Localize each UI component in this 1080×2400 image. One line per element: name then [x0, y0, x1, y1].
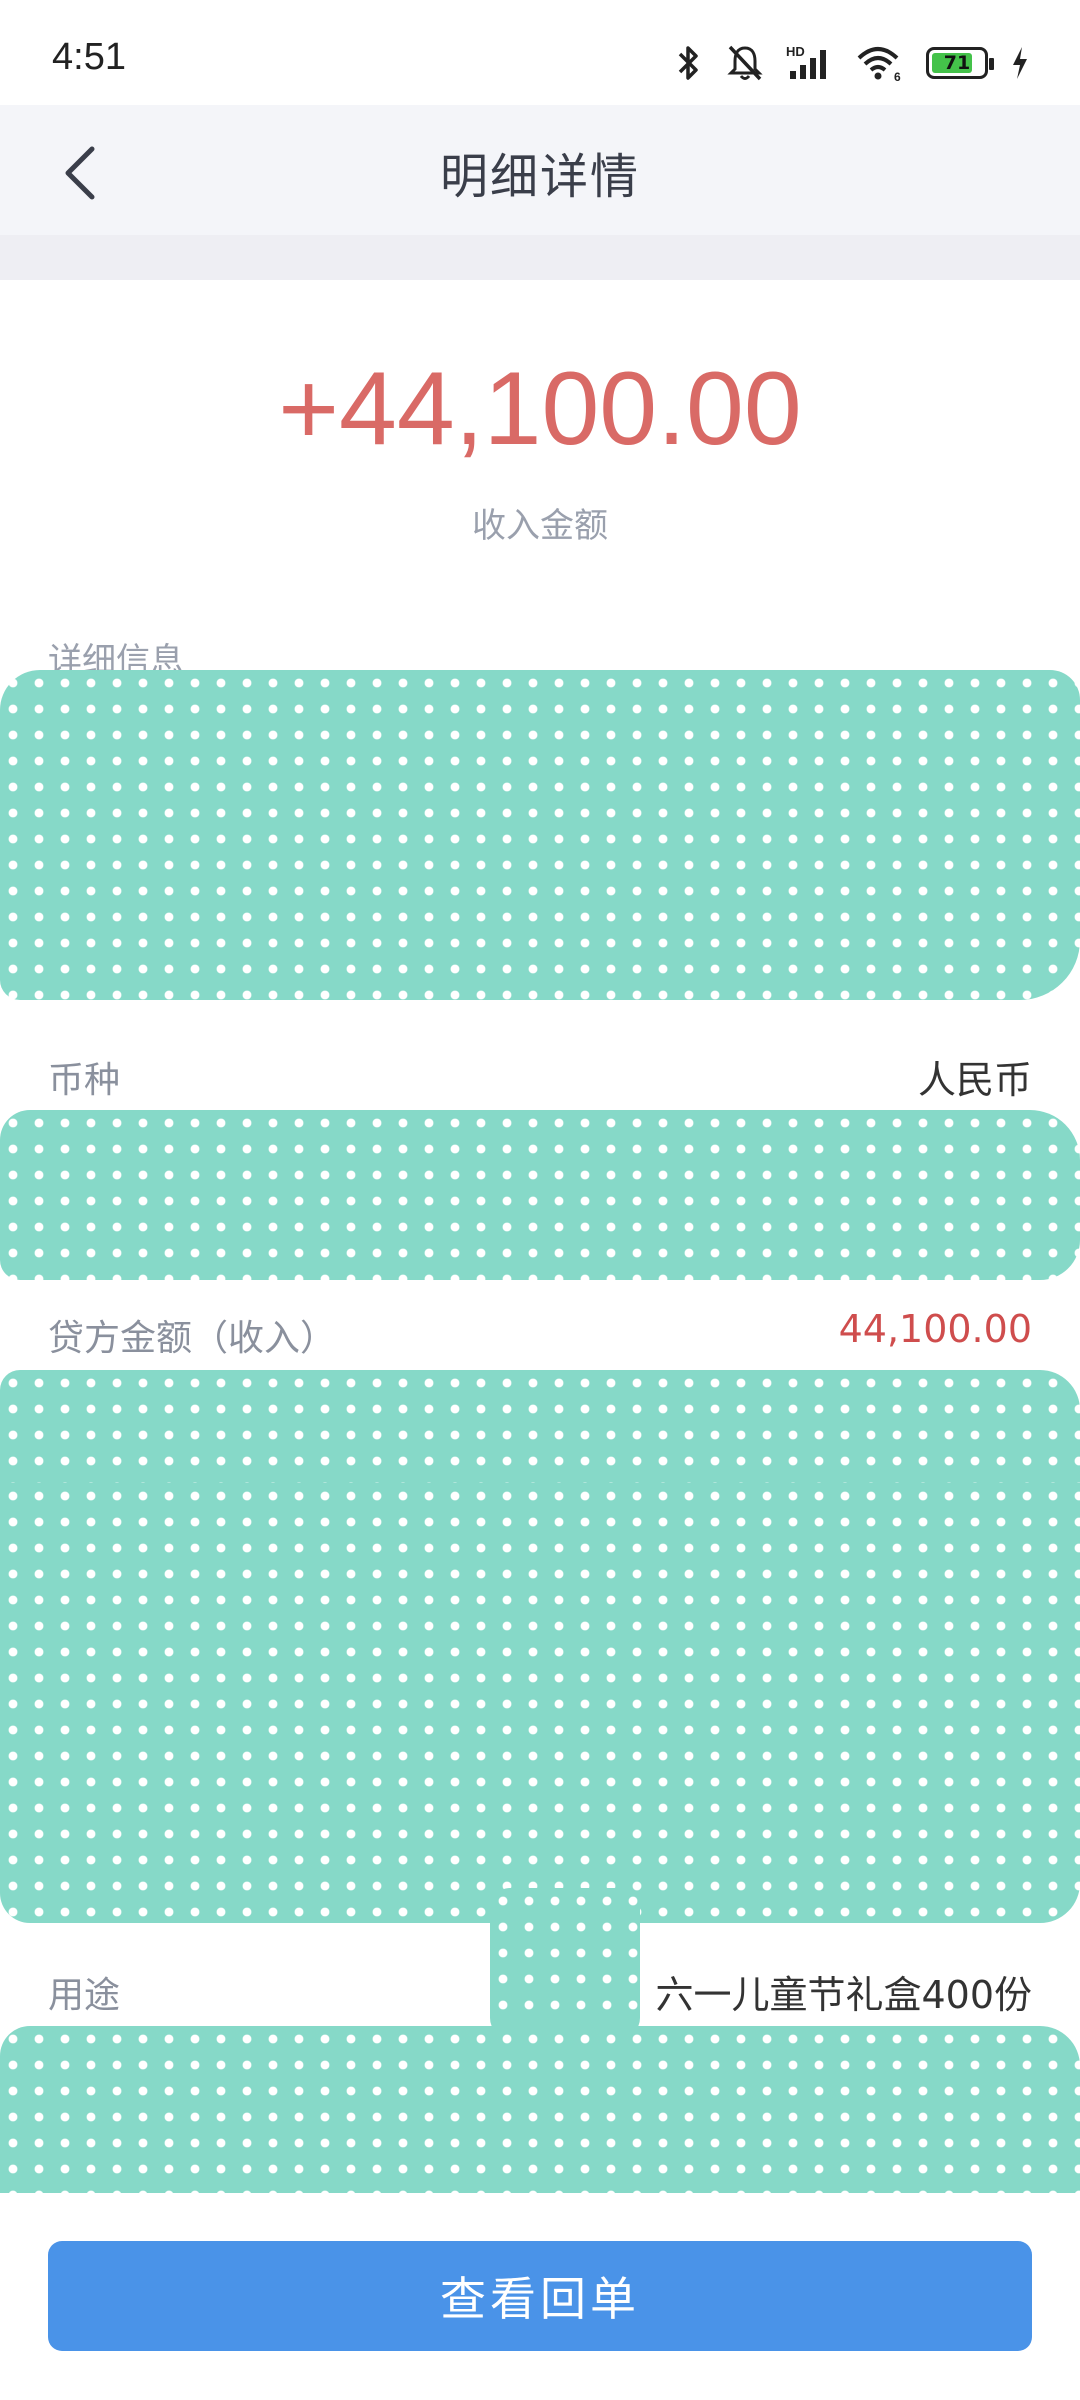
bluetooth-icon — [678, 46, 698, 80]
nav-header: 明细详情 — [0, 105, 1080, 235]
charging-icon — [1013, 47, 1027, 79]
svg-text:HD: HD — [786, 44, 805, 59]
status-time: 4:51 — [52, 36, 126, 78]
amount-value: +44,100.00 — [278, 351, 802, 467]
detail-row-credit-amount: 贷方金额（收入） 44,100.00 — [48, 1291, 1032, 1371]
detail-row-currency: 币种 人民币 — [48, 1033, 1032, 1113]
header-divider — [0, 235, 1080, 280]
hd-signal-icon: HD — [786, 44, 826, 79]
battery-icon: 71 — [926, 47, 994, 79]
bottom-bar: 查看回单 — [0, 2193, 1080, 2400]
details-section: 详细信息 币种 人民币 贷方金额（收入） 44,100.00 用途 六一儿童节礼… — [0, 598, 1080, 2193]
status-bar: 4:51 HD 6 71 — [0, 0, 1080, 105]
redaction-mask — [0, 670, 1080, 1000]
status-icons: HD 6 71 — [674, 38, 1030, 88]
battery-level: 71 — [943, 52, 971, 74]
redaction-mask — [0, 2026, 1080, 2193]
redaction-mask — [0, 1110, 1080, 1280]
detail-label: 用途 — [48, 1975, 121, 2016]
page-title: 明细详情 — [439, 149, 640, 205]
detail-value: 六一儿童节礼盒400份 — [655, 1973, 1032, 2017]
detail-label: 币种 — [48, 1060, 121, 1101]
amount-card: +44,100.00 收入金额 — [0, 280, 1080, 598]
detail-label: 贷方金额（收入） — [48, 1318, 337, 1359]
redaction-mask — [0, 1370, 1080, 1488]
amount-label: 收入金额 — [472, 506, 608, 546]
svg-text:6: 6 — [894, 70, 901, 83]
detail-value: 人民币 — [917, 1058, 1032, 1102]
redaction-mask — [490, 1888, 640, 2038]
mute-bell-icon — [727, 45, 763, 81]
wifi-icon: 6 — [857, 47, 901, 83]
detail-value: 44,100.00 — [838, 1307, 1032, 1351]
view-receipt-button[interactable]: 查看回单 — [48, 2241, 1032, 2351]
redaction-mask — [0, 1483, 1080, 1923]
